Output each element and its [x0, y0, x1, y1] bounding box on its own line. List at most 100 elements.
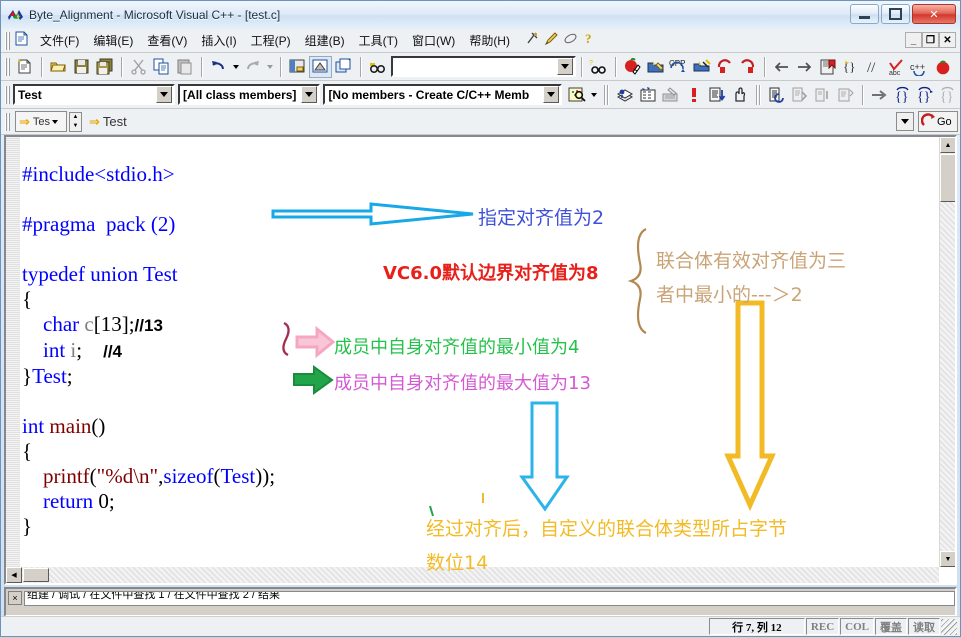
step-arrow-icon[interactable]	[868, 84, 891, 106]
active-file-box[interactable]: ⇒ Test	[86, 111, 908, 132]
resize-grip[interactable]	[941, 618, 957, 635]
step-over-icon[interactable]	[834, 84, 857, 106]
rebuild-cpp-icon[interactable]: CPP	[667, 56, 690, 78]
spell-abc-icon[interactable]: abc	[885, 56, 908, 78]
toolbar-grip-wizard[interactable]	[4, 85, 11, 104]
stop-exclaim-icon[interactable]	[682, 84, 705, 106]
go-forward-icon[interactable]	[793, 56, 816, 78]
window-list-icon[interactable]	[332, 56, 355, 78]
pencil-icon[interactable]	[544, 31, 559, 51]
brace-dim-icon[interactable]: {}	[937, 84, 960, 106]
tabstrip-dropdown-button[interactable]	[896, 112, 914, 131]
create-member-combo[interactable]: [No members - Create C/C++ Memb	[323, 84, 562, 105]
spinner-up-icon[interactable]: ▲	[70, 113, 81, 122]
toolbar-grip-standard[interactable]	[4, 57, 11, 76]
members-combo-dropdown-icon[interactable]	[301, 86, 318, 103]
menu-item-project[interactable]: 工程(P)	[244, 30, 298, 51]
compile-stack-icon[interactable]	[613, 84, 636, 106]
output-close-button[interactable]: ×	[8, 591, 22, 605]
cpp-wizard-icon[interactable]: c++	[908, 56, 931, 78]
find-combo-dropdown-icon[interactable]	[557, 58, 573, 75]
find-in-files-icon[interactable]	[366, 56, 389, 78]
restore-button[interactable]	[881, 4, 910, 24]
go-back-icon[interactable]	[770, 56, 793, 78]
status-bar: 行 7, 列 12 REC COL 覆盖 读取	[1, 616, 960, 636]
menu-item-file[interactable]: 文件(F)	[33, 30, 86, 51]
members-combo[interactable]: [All class members]	[178, 84, 321, 105]
open-folder-icon[interactable]	[47, 56, 70, 78]
build-all-icon[interactable]	[636, 84, 659, 106]
menu-item-help[interactable]: 帮助(H)	[462, 30, 517, 51]
hand-icon[interactable]	[728, 84, 751, 106]
menu-item-build[interactable]: 组建(B)	[298, 30, 352, 51]
go-button[interactable]: Go	[918, 111, 958, 132]
redo-dropdown-icon[interactable]	[264, 56, 275, 78]
source-code[interactable]: #include<stdio.h> #pragma pack (2) typed…	[22, 162, 275, 539]
menu-item-window[interactable]: 窗口(W)	[405, 30, 462, 51]
workspace-selector[interactable]: ⇒ Tes	[15, 111, 67, 132]
undo-icon[interactable]	[207, 56, 230, 78]
workspace-selector-label: Tes	[32, 115, 51, 128]
cut-scissors-icon[interactable]	[127, 56, 150, 78]
build-icon[interactable]	[644, 56, 667, 78]
compile-icon[interactable]	[621, 56, 644, 78]
editor-vertical-scrollbar[interactable]: ▲ ▼	[939, 137, 955, 567]
batch-build-icon[interactable]	[690, 56, 713, 78]
scroll-up-button[interactable]: ▲	[940, 137, 955, 153]
scroll-down-button[interactable]: ▼	[940, 551, 955, 567]
output-tab-strip[interactable]: 组建 / 调试 / 在文件中查找 1 / 在文件中查找 2 / 结果	[24, 591, 955, 606]
braces-icon[interactable]: {}	[839, 56, 862, 78]
paste-icon[interactable]	[173, 56, 196, 78]
brace-next-icon[interactable]: {}	[914, 84, 937, 106]
comment-icon[interactable]: //	[862, 56, 885, 78]
brace-open-icon[interactable]: {}	[891, 84, 914, 106]
restart-icon[interactable]	[788, 84, 811, 106]
classwizard-dropdown-icon[interactable]	[588, 84, 599, 106]
output-window-icon[interactable]	[309, 55, 332, 78]
workspace-window-icon[interactable]	[286, 56, 309, 78]
mdi-restore-button[interactable]: ❐	[922, 32, 939, 48]
menu-item-tools[interactable]: 工具(T)	[352, 30, 405, 51]
minimize-button[interactable]	[850, 4, 879, 24]
mdi-minimize-button[interactable]: _	[905, 32, 922, 48]
new-document-icon[interactable]	[13, 56, 36, 78]
undo-dropdown-icon[interactable]	[230, 56, 241, 78]
pin-icon[interactable]	[525, 31, 540, 51]
class-combo[interactable]: Test	[13, 84, 176, 105]
classwizard-icon[interactable]	[565, 84, 588, 106]
go-run-icon[interactable]	[765, 84, 788, 106]
save-all-icon[interactable]	[93, 56, 116, 78]
close-button[interactable]: ✕	[912, 4, 956, 24]
horizontal-scroll-thumb[interactable]	[23, 568, 49, 582]
help-question-icon[interactable]: ?	[582, 31, 597, 51]
redo-icon[interactable]	[241, 56, 264, 78]
member-spinner[interactable]: ▲ ▼	[69, 111, 82, 132]
vertical-scroll-thumb[interactable]	[940, 154, 955, 202]
tomato-icon[interactable]	[931, 56, 954, 78]
code-line: int main()	[22, 414, 275, 439]
execute-down-icon[interactable]	[705, 84, 728, 106]
create-member-combo-dropdown-icon[interactable]	[543, 86, 559, 103]
execute-icon[interactable]	[736, 56, 759, 78]
menu-item-view[interactable]: 查看(V)	[140, 30, 194, 51]
find-binoculars-icon[interactable]: ?	[587, 56, 610, 78]
class-combo-dropdown-icon[interactable]	[156, 86, 173, 103]
eraser-icon[interactable]	[563, 31, 578, 51]
vcpp-logo-icon	[7, 7, 24, 24]
bookmark-icon[interactable]	[816, 56, 839, 78]
tabstrip-grip[interactable]	[4, 112, 11, 131]
menu-item-edit[interactable]: 编辑(E)	[86, 30, 140, 51]
menu-grip[interactable]	[4, 31, 11, 50]
copy-icon[interactable]	[150, 56, 173, 78]
save-icon[interactable]	[70, 56, 93, 78]
find-combo[interactable]	[391, 56, 576, 77]
menu-item-insert[interactable]: 插入(I)	[194, 30, 243, 51]
stop-build-icon[interactable]	[713, 56, 736, 78]
step-into-icon[interactable]	[811, 84, 834, 106]
rebuild-all-icon[interactable]	[659, 84, 682, 106]
mdi-close-button[interactable]: ✕	[939, 32, 956, 48]
status-overwrite: 覆盖	[875, 618, 907, 635]
scroll-left-button[interactable]: ◀	[6, 567, 22, 583]
spinner-down-icon[interactable]: ▼	[70, 122, 81, 131]
code-token: ;	[66, 364, 73, 388]
